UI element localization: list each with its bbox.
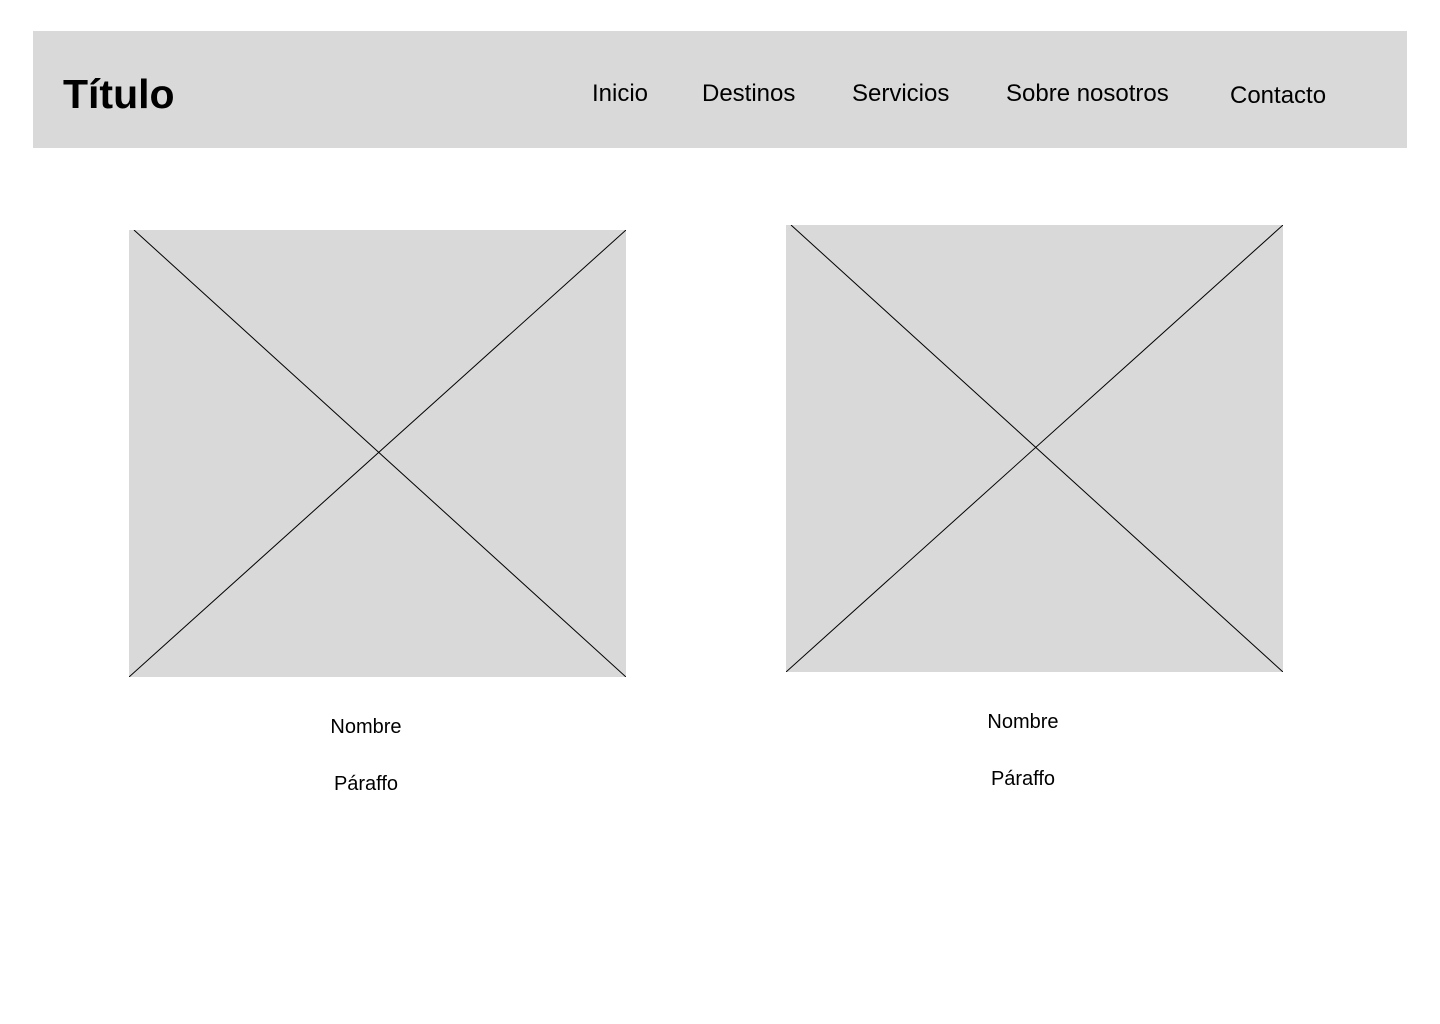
placeholder-diagonal xyxy=(133,230,626,677)
image-placeholder-icon xyxy=(786,225,1283,672)
placeholder-diagonal xyxy=(790,225,1283,672)
card-name: Nombre xyxy=(987,711,1059,733)
destination-card: Nombre Páraffo xyxy=(129,230,626,795)
nav-link-inicio[interactable]: Inicio xyxy=(592,80,648,108)
card-paragraph: Páraffo xyxy=(333,773,399,795)
card-name: Nombre xyxy=(330,716,402,738)
placeholder-diagonal xyxy=(786,225,1283,672)
card-paragraph: Páraffo xyxy=(990,768,1056,790)
nav-link-sobre-nosotros[interactable]: Sobre nosotros xyxy=(1006,80,1169,108)
nav-link-servicios[interactable]: Servicios xyxy=(852,80,949,108)
nav-link-destinos[interactable]: Destinos xyxy=(702,80,795,108)
destination-card: Nombre Páraffo xyxy=(786,225,1283,790)
site-title: Título xyxy=(63,71,175,117)
site-header: Título Inicio Destinos Servicios Sobre n… xyxy=(33,31,1407,148)
image-placeholder-icon xyxy=(129,230,626,677)
placeholder-diagonal xyxy=(129,230,626,677)
image-placeholder-cross xyxy=(129,230,626,677)
image-placeholder-cross xyxy=(786,225,1283,672)
nav-link-contacto[interactable]: Contacto xyxy=(1230,82,1326,110)
